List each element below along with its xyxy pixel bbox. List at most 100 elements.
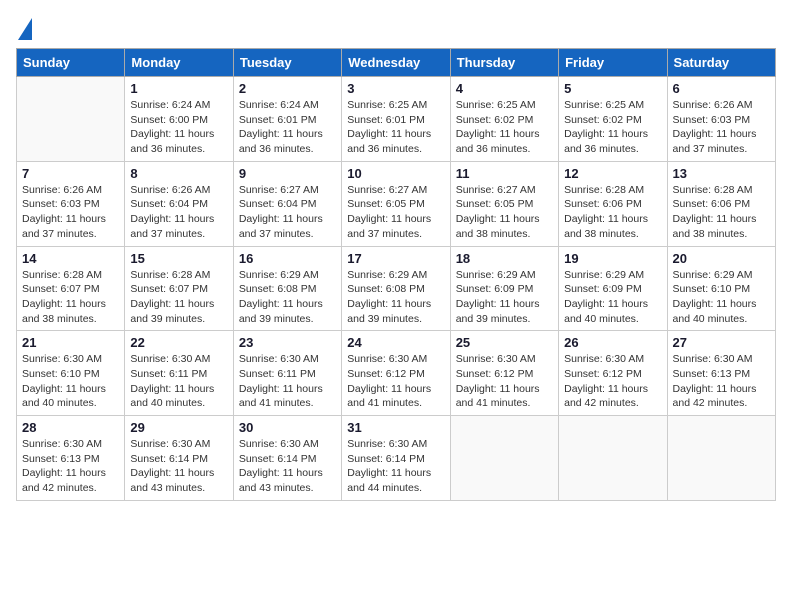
day-info: Sunrise: 6:30 AMSunset: 6:12 PMDaylight:… [456, 352, 553, 411]
calendar-cell: 19Sunrise: 6:29 AMSunset: 6:09 PMDayligh… [559, 246, 667, 331]
calendar-table: SundayMondayTuesdayWednesdayThursdayFrid… [16, 48, 776, 501]
weekday-header-saturday: Saturday [667, 49, 775, 77]
day-number: 25 [456, 335, 553, 350]
day-info: Sunrise: 6:25 AMSunset: 6:01 PMDaylight:… [347, 98, 444, 157]
weekday-header-sunday: Sunday [17, 49, 125, 77]
page-header [16, 16, 776, 40]
day-info: Sunrise: 6:28 AMSunset: 6:06 PMDaylight:… [564, 183, 661, 242]
day-info: Sunrise: 6:28 AMSunset: 6:07 PMDaylight:… [22, 268, 119, 327]
calendar-cell: 9 Sunrise: 6:27 AMSunset: 6:04 PMDaylight… [233, 161, 341, 246]
day-info: Sunrise: 6:30 AMSunset: 6:13 PMDaylight:… [22, 437, 119, 496]
calendar-cell [559, 416, 667, 501]
calendar-cell: 14 Sunrise: 6:28 AMSunset: 6:07 PMDayligh… [17, 246, 125, 331]
calendar-cell: 11 Sunrise: 6:27 AMSunset: 6:05 PMDayligh… [450, 161, 558, 246]
day-number: 7 [22, 166, 119, 181]
calendar-cell [667, 416, 775, 501]
day-number: 4 [456, 81, 553, 96]
day-info: Sunrise: 6:27 AMSunset: 6:04 PMDaylight:… [239, 183, 336, 242]
calendar-week-row: 7 Sunrise: 6:26 AMSunset: 6:03 PMDaylight… [17, 161, 776, 246]
calendar-cell: 27 Sunrise: 6:30 AMSunset: 6:13 PMDayligh… [667, 331, 775, 416]
weekday-header-wednesday: Wednesday [342, 49, 450, 77]
calendar-cell: 5 Sunrise: 6:25 AMSunset: 6:02 PMDaylight… [559, 77, 667, 162]
day-number: 3 [347, 81, 444, 96]
day-info: Sunrise: 6:26 AMSunset: 6:03 PMDaylight:… [22, 183, 119, 242]
day-info: Sunrise: 6:30 AMSunset: 6:10 PMDaylight:… [22, 352, 119, 411]
calendar-cell: 8 Sunrise: 6:26 AMSunset: 6:04 PMDaylight… [125, 161, 233, 246]
calendar-cell: 3 Sunrise: 6:25 AMSunset: 6:01 PMDaylight… [342, 77, 450, 162]
day-number: 30 [239, 420, 336, 435]
day-info: Sunrise: 6:29 AMSunset: 6:08 PMDaylight:… [239, 268, 336, 327]
day-number: 2 [239, 81, 336, 96]
calendar-cell: 23 Sunrise: 6:30 AMSunset: 6:11 PMDayligh… [233, 331, 341, 416]
calendar-cell: 28 Sunrise: 6:30 AMSunset: 6:13 PMDayligh… [17, 416, 125, 501]
day-info: Sunrise: 6:29 AMSunset: 6:09 PMDaylight:… [456, 268, 553, 327]
calendar-cell: 18 Sunrise: 6:29 AMSunset: 6:09 PMDayligh… [450, 246, 558, 331]
day-number: 23 [239, 335, 336, 350]
day-number: 26 [564, 335, 661, 350]
day-info: Sunrise: 6:27 AMSunset: 6:05 PMDaylight:… [347, 183, 444, 242]
day-number: 29 [130, 420, 227, 435]
day-number: 22 [130, 335, 227, 350]
weekday-header-friday: Friday [559, 49, 667, 77]
calendar-cell: 10Sunrise: 6:27 AMSunset: 6:05 PMDayligh… [342, 161, 450, 246]
day-info: Sunrise: 6:29 AMSunset: 6:08 PMDaylight:… [347, 268, 444, 327]
day-info: Sunrise: 6:30 AMSunset: 6:13 PMDaylight:… [673, 352, 770, 411]
day-info: Sunrise: 6:30 AMSunset: 6:11 PMDaylight:… [239, 352, 336, 411]
day-number: 15 [130, 251, 227, 266]
calendar-week-row: 21 Sunrise: 6:30 AMSunset: 6:10 PMDayligh… [17, 331, 776, 416]
day-number: 20 [673, 251, 770, 266]
calendar-cell: 30 Sunrise: 6:30 AMSunset: 6:14 PMDayligh… [233, 416, 341, 501]
calendar-week-row: 14 Sunrise: 6:28 AMSunset: 6:07 PMDayligh… [17, 246, 776, 331]
day-number: 17 [347, 251, 444, 266]
calendar-cell [17, 77, 125, 162]
day-info: Sunrise: 6:25 AMSunset: 6:02 PMDaylight:… [456, 98, 553, 157]
calendar-cell: 22 Sunrise: 6:30 AMSunset: 6:11 PMDayligh… [125, 331, 233, 416]
day-number: 12 [564, 166, 661, 181]
day-number: 28 [22, 420, 119, 435]
day-info: Sunrise: 6:30 AMSunset: 6:12 PMDaylight:… [347, 352, 444, 411]
weekday-header-thursday: Thursday [450, 49, 558, 77]
calendar-cell: 4 Sunrise: 6:25 AMSunset: 6:02 PMDaylight… [450, 77, 558, 162]
calendar-cell: 17 Sunrise: 6:29 AMSunset: 6:08 PMDayligh… [342, 246, 450, 331]
day-info: Sunrise: 6:24 AMSunset: 6:00 PMDaylight:… [130, 98, 227, 157]
calendar-header-row: SundayMondayTuesdayWednesdayThursdayFrid… [17, 49, 776, 77]
calendar-week-row: 28 Sunrise: 6:30 AMSunset: 6:13 PMDayligh… [17, 416, 776, 501]
day-number: 27 [673, 335, 770, 350]
day-number: 8 [130, 166, 227, 181]
day-info: Sunrise: 6:29 AMSunset: 6:10 PMDaylight:… [673, 268, 770, 327]
day-info: Sunrise: 6:30 AMSunset: 6:14 PMDaylight:… [347, 437, 444, 496]
day-info: Sunrise: 6:24 AMSunset: 6:01 PMDaylight:… [239, 98, 336, 157]
day-info: Sunrise: 6:25 AMSunset: 6:02 PMDaylight:… [564, 98, 661, 157]
day-number: 18 [456, 251, 553, 266]
day-info: Sunrise: 6:30 AMSunset: 6:14 PMDaylight:… [239, 437, 336, 496]
day-number: 11 [456, 166, 553, 181]
day-number: 5 [564, 81, 661, 96]
day-info: Sunrise: 6:28 AMSunset: 6:06 PMDaylight:… [673, 183, 770, 242]
calendar-cell: 7 Sunrise: 6:26 AMSunset: 6:03 PMDaylight… [17, 161, 125, 246]
calendar-cell: 2 Sunrise: 6:24 AMSunset: 6:01 PMDaylight… [233, 77, 341, 162]
day-number: 9 [239, 166, 336, 181]
day-info: Sunrise: 6:30 AMSunset: 6:11 PMDaylight:… [130, 352, 227, 411]
calendar-cell: 21 Sunrise: 6:30 AMSunset: 6:10 PMDayligh… [17, 331, 125, 416]
calendar-week-row: 1 Sunrise: 6:24 AMSunset: 6:00 PMDaylight… [17, 77, 776, 162]
day-number: 16 [239, 251, 336, 266]
calendar-cell: 6 Sunrise: 6:26 AMSunset: 6:03 PMDaylight… [667, 77, 775, 162]
day-number: 1 [130, 81, 227, 96]
calendar-cell [450, 416, 558, 501]
day-info: Sunrise: 6:26 AMSunset: 6:04 PMDaylight:… [130, 183, 227, 242]
day-info: Sunrise: 6:27 AMSunset: 6:05 PMDaylight:… [456, 183, 553, 242]
day-info: Sunrise: 6:30 AMSunset: 6:12 PMDaylight:… [564, 352, 661, 411]
weekday-header-monday: Monday [125, 49, 233, 77]
day-number: 14 [22, 251, 119, 266]
day-number: 6 [673, 81, 770, 96]
calendar-cell: 25 Sunrise: 6:30 AMSunset: 6:12 PMDayligh… [450, 331, 558, 416]
calendar-cell: 12 Sunrise: 6:28 AMSunset: 6:06 PMDayligh… [559, 161, 667, 246]
calendar-cell: 16 Sunrise: 6:29 AMSunset: 6:08 PMDayligh… [233, 246, 341, 331]
day-info: Sunrise: 6:28 AMSunset: 6:07 PMDaylight:… [130, 268, 227, 327]
day-number: 21 [22, 335, 119, 350]
calendar-cell: 15 Sunrise: 6:28 AMSunset: 6:07 PMDayligh… [125, 246, 233, 331]
calendar-cell: 13Sunrise: 6:28 AMSunset: 6:06 PMDayligh… [667, 161, 775, 246]
calendar-cell: 1 Sunrise: 6:24 AMSunset: 6:00 PMDaylight… [125, 77, 233, 162]
logo-triangle-icon [18, 18, 32, 40]
day-info: Sunrise: 6:26 AMSunset: 6:03 PMDaylight:… [673, 98, 770, 157]
